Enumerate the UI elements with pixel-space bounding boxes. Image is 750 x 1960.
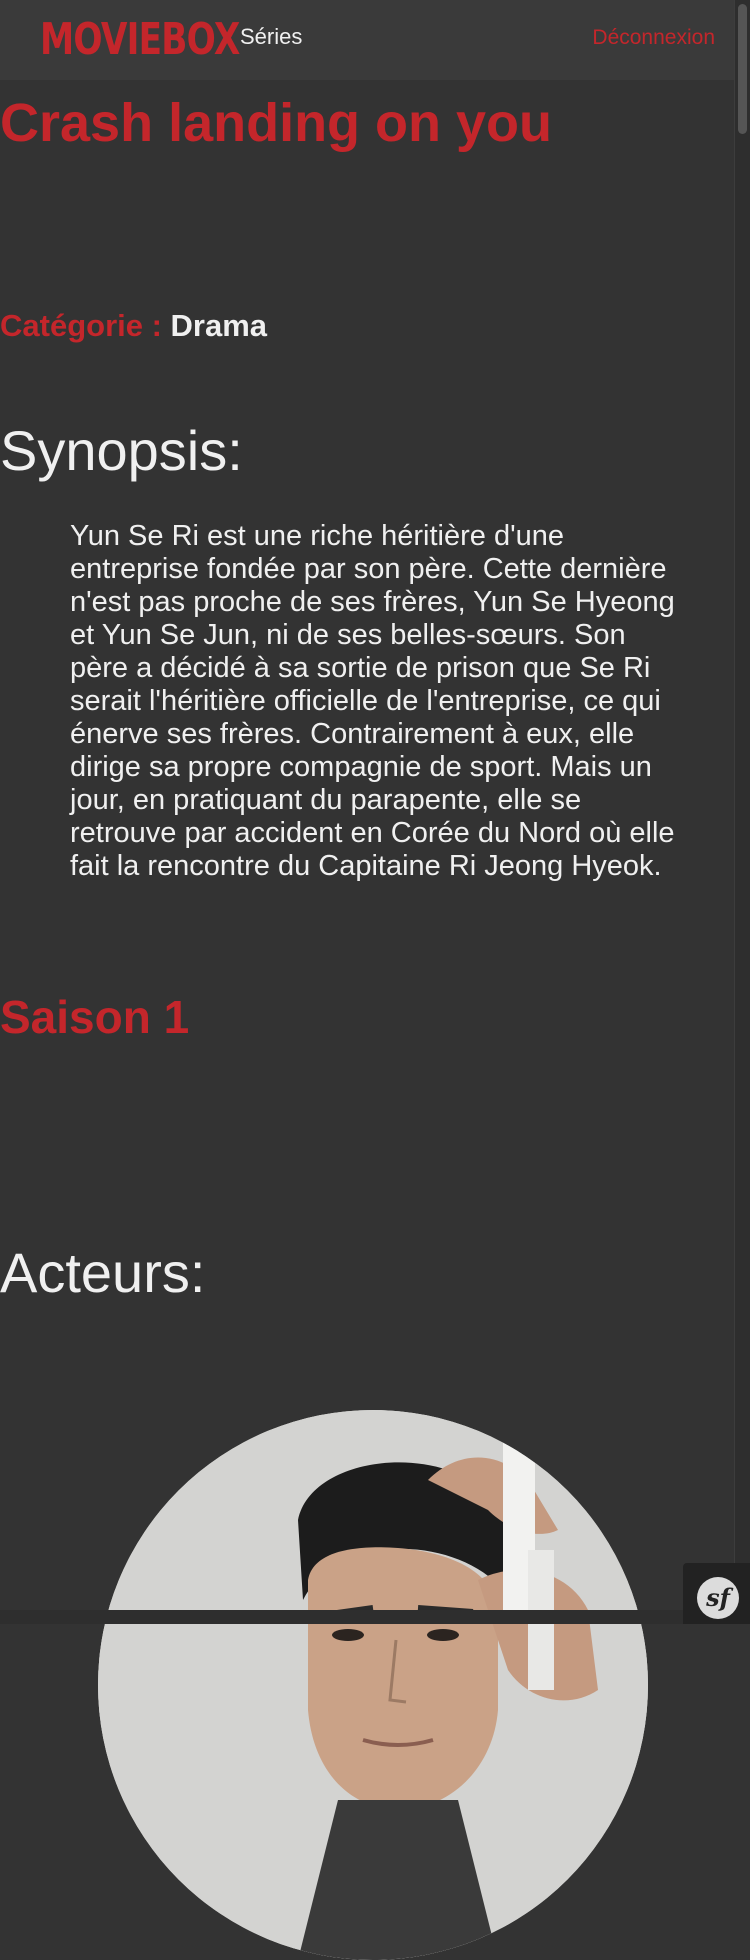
symfony-icon: sf xyxy=(697,1577,739,1619)
logo[interactable]: MovieBox xyxy=(40,16,240,64)
logout-link[interactable]: Déconnexion xyxy=(592,26,715,50)
category-label: Catégorie : xyxy=(0,308,162,343)
vertical-scrollbar[interactable] xyxy=(734,0,750,1624)
horizontal-scrollbar[interactable] xyxy=(0,1610,735,1624)
season-heading[interactable]: Saison 1 xyxy=(0,990,750,1044)
logo-main: Movie xyxy=(40,14,162,65)
navbar: MovieBox Séries Déconnexion xyxy=(0,0,735,80)
category-value: Drama xyxy=(170,308,268,343)
symfony-toolbar-toggle[interactable]: sf xyxy=(683,1563,750,1624)
logo-box: Box xyxy=(161,14,240,65)
actors-heading: Acteurs: xyxy=(0,1241,206,1304)
scrollbar-thumb[interactable] xyxy=(738,4,747,134)
synopsis-text: Yun Se Ri est une riche héritière d'une … xyxy=(70,520,675,882)
nav-link-series[interactable]: Séries xyxy=(240,24,302,50)
actor-photo[interactable] xyxy=(98,1410,648,1960)
synopsis-heading: Synopsis: xyxy=(0,419,243,482)
show-title: Crash landing on you xyxy=(0,93,553,153)
actor-portrait-image xyxy=(98,1410,648,1960)
category-line: Catégorie : Drama xyxy=(0,306,750,346)
